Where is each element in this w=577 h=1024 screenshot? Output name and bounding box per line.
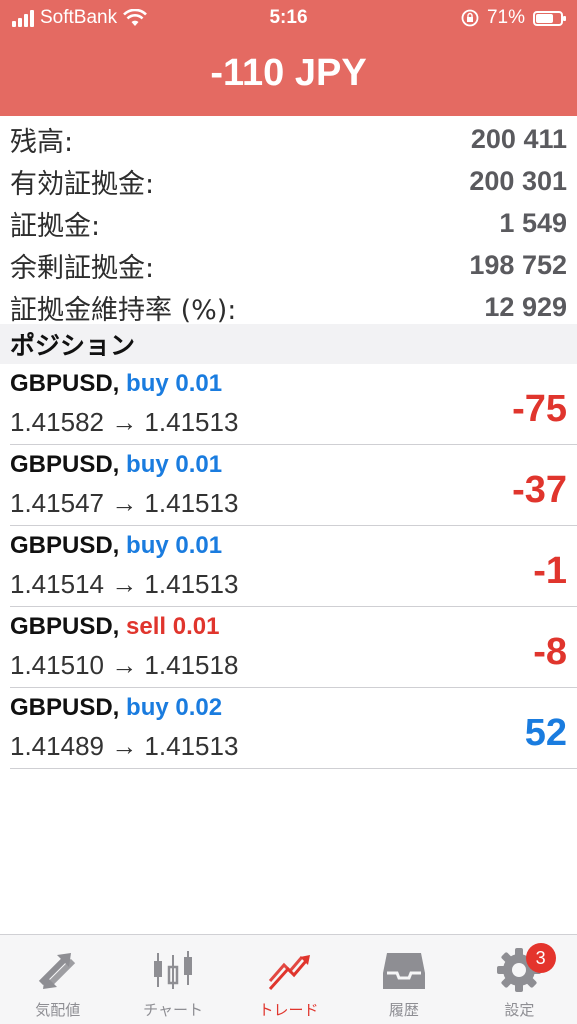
candlestick-chart-icon [154,951,193,989]
summary-value: 200 411 [470,123,567,154]
tab-label: 気配値 [35,1001,81,1019]
battery-level [536,13,554,23]
position-row[interactable]: GBPUSD, buy 0.01 1.41547 → 1.41513 -37 [10,445,577,526]
orientation-lock-icon [461,9,479,27]
trade-trend-icon [268,955,310,991]
tab-label: トレード [258,1001,319,1019]
position-profit: -1 [533,550,567,592]
summary-value: 200 301 [469,165,567,196]
position-side: sell 0.01 [126,613,220,640]
position-side: buy 0.01 [126,370,223,397]
summary-label: 残高: [10,126,74,158]
position-prices: 1.41489 → 1.41513 [10,731,239,761]
position-title: GBPUSD, buy 0.01 [10,451,222,479]
position-row[interactable]: GBPUSD, buy 0.01 1.41514 → 1.41513 -1 [10,526,577,607]
summary-label: 有効証拠金: [10,168,155,200]
positions-section-header: ポジション [0,324,577,364]
app-header: SoftBank 5:16 71% -110 JPY [0,0,577,116]
tab-settings[interactable]: 設定 3 [462,935,577,1024]
position-profit: -75 [512,388,567,430]
position-row[interactable]: GBPUSD, buy 0.01 1.41582 → 1.41513 -75 [10,364,577,445]
tab-quotes[interactable]: 気配値 [0,935,115,1024]
position-title: GBPUSD, buy 0.02 [10,694,222,722]
position-symbol: GBPUSD, [10,532,120,559]
summary-value: 1 549 [499,207,567,238]
floating-profit-title: -110 JPY [210,52,367,94]
position-title: GBPUSD, buy 0.01 [10,370,222,398]
position-row[interactable]: GBPUSD, sell 0.01 1.41510 → 1.41518 -8 [10,607,577,688]
status-bar: SoftBank 5:16 71% [0,0,577,40]
tab-history[interactable]: 履歴 [346,935,461,1024]
tab-label: 履歴 [388,1001,419,1019]
tab-chart[interactable]: チャート [115,935,230,1024]
summary-label: 余剰証拠金: [10,252,155,284]
status-right: 71% [461,7,566,29]
position-prices: 1.41510 → 1.41518 [10,650,239,680]
position-title: GBPUSD, buy 0.01 [10,532,222,560]
position-profit: 52 [524,712,567,754]
position-side: buy 0.01 [126,532,223,559]
tab-trade[interactable]: トレード [231,935,346,1024]
position-symbol: GBPUSD, [10,451,120,478]
quotes-arrows-icon [38,953,75,989]
summary-label: 証拠金: [10,210,101,242]
bottom-tab-bar: 気配値 チャート トレード 履歴 設定 3 [0,934,577,1024]
summary-row-balance: 残高: 200 411 [0,118,577,160]
positions-list: GBPUSD, buy 0.01 1.41582 → 1.41513 -75 G… [0,364,577,769]
summary-value: 198 752 [469,249,567,280]
account-summary: 残高: 200 411 有効証拠金: 200 301 証拠金: 1 549 余剰… [0,118,577,328]
position-row[interactable]: GBPUSD, buy 0.02 1.41489 → 1.41513 52 [10,688,577,769]
summary-row-free-margin: 余剰証拠金: 198 752 [0,244,577,286]
position-symbol: GBPUSD, [10,370,120,397]
summary-value: 12 929 [484,291,567,322]
position-title: GBPUSD, sell 0.01 [10,613,219,641]
position-symbol: GBPUSD, [10,613,120,640]
summary-label: 証拠金維持率 (%): [10,294,237,326]
position-profit: -37 [512,469,567,511]
position-symbol: GBPUSD, [10,694,120,721]
tab-label: チャート [143,1001,204,1019]
position-profit: -8 [533,631,567,673]
summary-row-margin: 証拠金: 1 549 [0,202,577,244]
position-prices: 1.41514 → 1.41513 [10,569,239,599]
battery-percent: 71% [486,7,525,28]
position-side: buy 0.01 [126,451,223,478]
summary-row-margin-level: 証拠金維持率 (%): 12 929 [0,286,577,328]
battery-icon [533,10,566,26]
summary-row-equity: 有効証拠金: 200 301 [0,160,577,202]
history-tray-icon [382,953,425,989]
notification-badge: 3 [525,943,556,973]
position-side: buy 0.02 [126,694,223,721]
position-prices: 1.41582 → 1.41513 [10,407,239,437]
position-prices: 1.41547 → 1.41513 [10,488,239,518]
tab-label: 設定 [504,1001,535,1019]
